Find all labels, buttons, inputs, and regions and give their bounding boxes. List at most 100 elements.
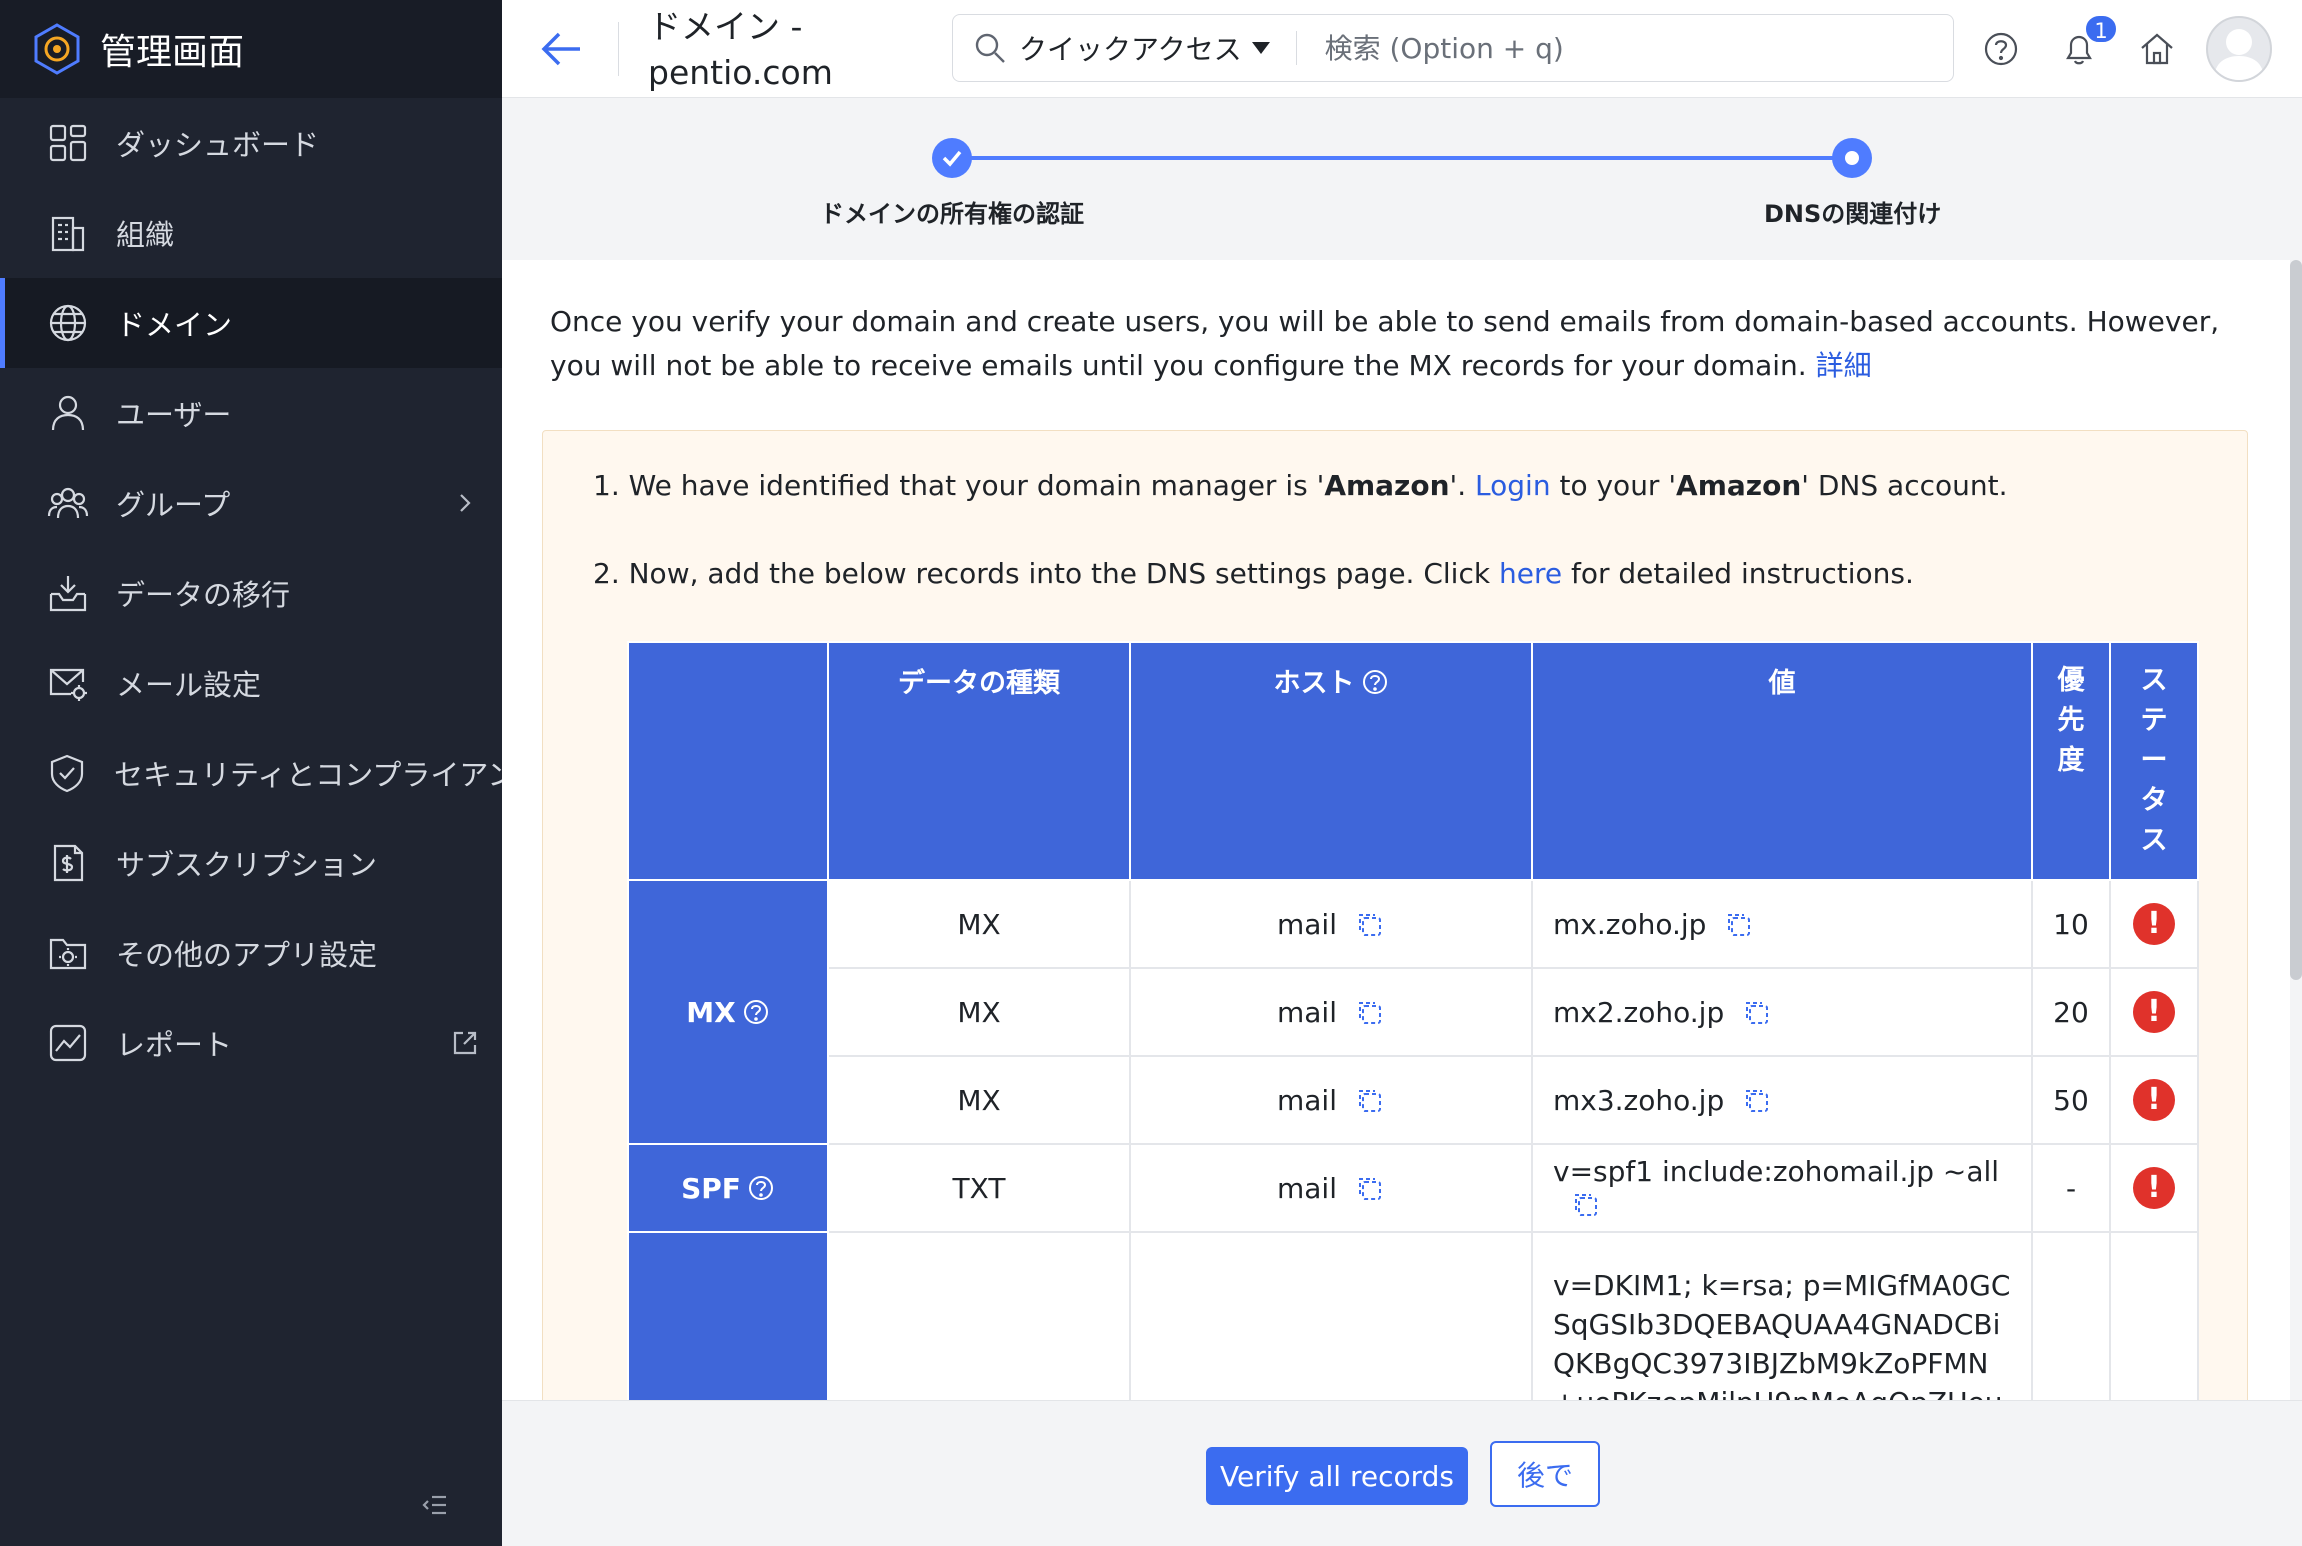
sidebar-item-data-migration[interactable]: データの移行 <box>0 548 502 638</box>
group-icon <box>46 481 90 525</box>
main-content: Once you verify your domain and create u… <box>502 260 2290 1400</box>
top-divider <box>618 22 619 76</box>
collapse-sidebar-icon[interactable] <box>420 1490 450 1520</box>
record-host: mail <box>1277 907 1337 941</box>
search-icon <box>973 31 1007 65</box>
copy-icon[interactable] <box>1742 998 1772 1028</box>
sidebar-item-dashboard[interactable]: ダッシュボード <box>0 98 502 188</box>
user-icon <box>46 391 90 435</box>
learn-more-link[interactable]: 詳細 <box>1816 349 1872 382</box>
header-status: ステータス <box>2109 641 2199 881</box>
chart-icon <box>46 1021 90 1065</box>
header-value: 値 <box>1531 641 2033 881</box>
copy-icon[interactable] <box>1355 910 1385 940</box>
group-spf-label: SPF <box>681 1171 741 1205</box>
record-type: TXT <box>827 1143 1131 1233</box>
step-current-dot <box>1832 138 1872 178</box>
sidebar-item-label: メール設定 <box>116 668 262 702</box>
external-link-icon[interactable] <box>450 1028 480 1058</box>
step-completed-check-icon <box>932 138 972 178</box>
globe-icon <box>46 301 90 345</box>
group-mx-label: MX <box>686 995 736 1029</box>
record-status-cell <box>2109 1231 2199 1400</box>
record-priority: - <box>2031 1143 2111 1233</box>
header-type: データの種類 <box>827 641 1131 881</box>
record-host: mail <box>1277 1083 1337 1117</box>
top-bar: ドメイン - pentio.com クイックアクセス 1 <box>502 0 2302 98</box>
step-label-dns: DNSの関連付け <box>1764 200 1942 228</box>
record-status-cell: ! <box>2109 1055 2199 1145</box>
copy-icon[interactable] <box>1355 1086 1385 1116</box>
help-circle-icon[interactable] <box>742 998 770 1026</box>
shield-check-icon <box>46 751 88 795</box>
instructions-here-link[interactable]: here <box>1499 557 1562 590</box>
folder-gear-icon <box>46 931 90 975</box>
back-arrow-icon[interactable] <box>538 28 584 70</box>
record-value-cell: mx.zoho.jp <box>1531 879 2033 969</box>
header-status-label: ステータス <box>2140 665 2168 856</box>
record-value-cell: v=spf1 include:zohomail.jp ~all <box>1531 1143 2033 1233</box>
caret-down-icon[interactable] <box>1251 42 1270 54</box>
record-host: mail <box>1277 1171 1337 1205</box>
sidebar-item-security-compliance[interactable]: セキュリティとコンプライアンス <box>0 728 502 818</box>
record-value-dkim: v=DKIM1; k=rsa; p=MIGfMA0GCSqGSIb3DQEBAQ… <box>1531 1231 2033 1400</box>
error-status-icon[interactable]: ! <box>2133 1079 2175 1121</box>
dashboard-icon <box>46 121 90 165</box>
search-input[interactable] <box>1324 31 1925 65</box>
record-value: mx3.zoho.jp <box>1553 1083 1725 1117</box>
header-priority-label: 優先度 <box>2057 665 2085 776</box>
sidebar-item-domain[interactable]: ドメイン <box>0 278 502 368</box>
sidebar-nav: ダッシュボード 組織 ドメイン ユーザー グループ データの移行 メール設定 セ… <box>0 98 502 1088</box>
content-scrollbar[interactable] <box>2290 260 2302 980</box>
search-box: クイックアクセス <box>952 14 1954 82</box>
error-status-icon[interactable]: ! <box>2133 1167 2175 1209</box>
sidebar-item-organization[interactable]: 組織 <box>0 188 502 278</box>
record-host: mail <box>1277 995 1337 1029</box>
help-circle-icon[interactable] <box>1361 668 1389 696</box>
record-type: MX <box>827 879 1131 969</box>
copy-icon[interactable] <box>1355 998 1385 1028</box>
sidebar-item-reports[interactable]: レポート <box>0 998 502 1088</box>
instruction-text: 2. Now, add the below records into the D… <box>593 557 1499 590</box>
record-type: MX <box>827 1055 1131 1145</box>
sidebar-item-label: ドメイン <box>116 308 233 342</box>
sidebar-item-groups[interactable]: グループ <box>0 458 502 548</box>
instruction-text: '. <box>1449 469 1476 502</box>
record-status-cell: ! <box>2109 879 2199 969</box>
intro-text: Once you verify your domain and create u… <box>550 305 2220 382</box>
record-status-cell: ! <box>2109 967 2199 1057</box>
group-dkim <box>627 1231 829 1400</box>
sidebar-item-users[interactable]: ユーザー <box>0 368 502 458</box>
sidebar-item-other-app-settings[interactable]: その他のアプリ設定 <box>0 908 502 998</box>
sidebar-item-label: レポート <box>116 1028 233 1062</box>
error-status-icon[interactable]: ! <box>2133 991 2175 1033</box>
record-host-cell: mail <box>1129 1143 1533 1233</box>
dns-records-table: データの種類 ホスト 値 優先度 ステータス MX MX mail mx.zoh… <box>627 641 2199 1400</box>
home-icon[interactable] <box>2138 30 2176 68</box>
login-link[interactable]: Login <box>1475 469 1551 502</box>
user-avatar[interactable] <box>2206 16 2272 82</box>
table-row: MX MX mail mx.zoho.jp 10 ! <box>627 879 2199 1145</box>
quick-access-dropdown[interactable]: クイックアクセス <box>1019 28 1242 68</box>
sidebar-item-label: 組織 <box>116 218 175 252</box>
copy-icon[interactable] <box>1724 910 1754 940</box>
record-value: mx.zoho.jp <box>1553 907 1707 941</box>
copy-icon[interactable] <box>1355 1174 1385 1204</box>
table-row: MX mail mx2.zoho.jp 20 ! <box>628 967 2199 1057</box>
sidebar-item-subscription[interactable]: サブスクリプション <box>0 818 502 908</box>
table-row: MX mail mx3.zoho.jp 50 ! <box>628 1055 2199 1145</box>
admin-logo-icon <box>34 23 80 75</box>
sidebar: 管理画面 ダッシュボード 組織 ドメイン ユーザー グループ データの移行 メー… <box>0 0 502 1546</box>
table-header-row: データの種類 ホスト 値 優先度 ステータス <box>627 641 2199 881</box>
verify-all-records-button[interactable]: Verify all records <box>1206 1447 1468 1505</box>
later-button[interactable]: 後で <box>1490 1441 1600 1507</box>
sidebar-item-label: サブスクリプション <box>116 848 378 882</box>
copy-icon[interactable] <box>1571 1190 1601 1220</box>
help-circle-icon[interactable] <box>747 1174 775 1202</box>
sidebar-item-mail-settings[interactable]: メール設定 <box>0 638 502 728</box>
building-icon <box>46 211 90 255</box>
copy-icon[interactable] <box>1742 1086 1772 1116</box>
sidebar-header: 管理画面 <box>0 0 502 98</box>
error-status-icon[interactable]: ! <box>2133 903 2175 945</box>
help-icon[interactable] <box>1982 30 2020 68</box>
